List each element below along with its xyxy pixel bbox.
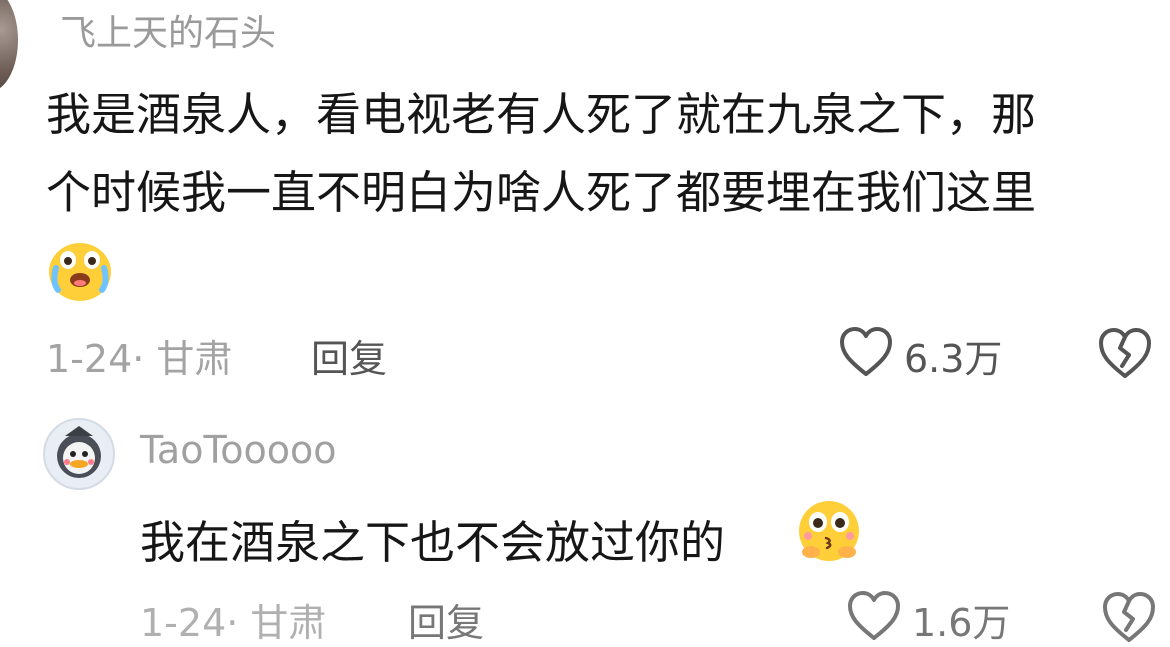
comment-text: 我是酒泉人，看电视老有人死了就在九泉之下，那 个时候我一直不明白为啥人死了都要埋…	[46, 76, 1156, 232]
like-count: 6.3万	[904, 337, 1003, 381]
comment-username[interactable]: 飞上天的石头	[60, 4, 276, 56]
comment-date-location: 1-24· 甘肃	[46, 337, 233, 381]
broken-heart-icon[interactable]	[1096, 326, 1154, 380]
kiss-face-icon	[799, 501, 859, 561]
avatar[interactable]	[0, 0, 18, 92]
duck-avatar-icon[interactable]	[43, 418, 115, 490]
crying-face-icon	[49, 243, 111, 301]
comment-text-line: 个时候我一直不明白为啥人死了都要埋在我们这里	[46, 166, 1037, 219]
duck-avatar-graphic	[57, 426, 101, 478]
heart-outline-icon[interactable]	[838, 326, 894, 378]
broken-heart-icon[interactable]	[1100, 590, 1158, 644]
heart-outline-icon[interactable]	[846, 590, 902, 642]
reply-button[interactable]: 回复	[311, 328, 387, 383]
comment-text-line: 我是酒泉人，看电视老有人死了就在九泉之下，那	[46, 88, 1037, 141]
reply-username[interactable]: TaoTooooo	[140, 428, 336, 472]
reply-text: 我在酒泉之下也不会放过你的	[140, 516, 726, 569]
